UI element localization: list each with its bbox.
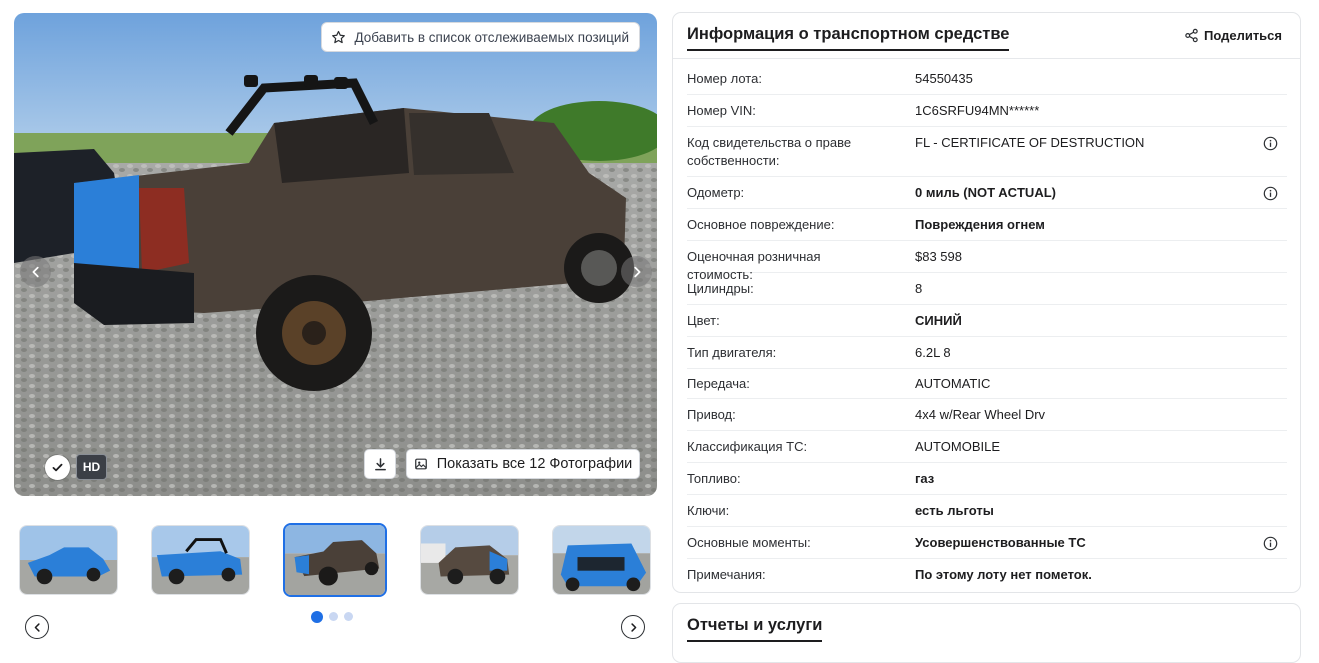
- vehicle-info-header: Информация о транспортном средстве Подел…: [673, 13, 1300, 59]
- info-row-value: 1C6SRFU94MN******: [915, 103, 1040, 118]
- info-row: Основное повреждение: Повреждения огнем: [687, 209, 1287, 241]
- info-row-label: Примечания:: [687, 567, 766, 582]
- info-row-value: По этому лоту нет пометок.: [915, 567, 1092, 582]
- chevron-right-icon: [633, 266, 640, 277]
- image-icon: [414, 458, 427, 470]
- info-row-label: Код свидетельства о праве собственности:: [687, 135, 852, 168]
- info-row-value: $83 598: [915, 249, 962, 264]
- info-icon[interactable]: [1263, 136, 1278, 151]
- info-row-value: СИНИЙ: [915, 313, 962, 328]
- info-row-label: Одометр:: [687, 185, 745, 200]
- info-row: Топливо: газ: [687, 463, 1287, 495]
- share-icon: [1185, 28, 1198, 43]
- info-row-value: есть льготы: [915, 503, 994, 518]
- thumbnail-pagination: [311, 610, 353, 623]
- info-row: Передача: AUTOMATIC: [687, 369, 1287, 399]
- info-icon[interactable]: [1263, 186, 1278, 201]
- info-row-label: Ключи:: [687, 503, 730, 518]
- watchlist-label: Добавить в список отслеживаемых позиций: [354, 29, 629, 45]
- info-row-value: 0 миль (NOT ACTUAL): [915, 185, 1056, 200]
- info-row-label: Топливо:: [687, 471, 741, 486]
- thumbnail[interactable]: [552, 525, 651, 595]
- vehicle-info-rows: Номер лота: 54550435 Номер VIN: 1C6SRFU94MN…: [687, 63, 1287, 591]
- vehicle-info-title: Информация о транспортном средстве: [687, 25, 1010, 51]
- main-photo[interactable]: Добавить в список отслеживаемых позиций …: [14, 13, 657, 496]
- info-row-label: Передача:: [687, 376, 750, 391]
- hd-toggle[interactable]: HD: [76, 454, 107, 480]
- info-row: Код свидетельства о праве собственности:…: [687, 127, 1287, 177]
- info-row-value: AUTOMOBILE: [915, 439, 1001, 454]
- info-row: Номер VIN: 1C6SRFU94MN******: [687, 95, 1287, 127]
- info-icon[interactable]: [1263, 536, 1278, 551]
- download-button[interactable]: [364, 449, 396, 479]
- thumbnails-next-button[interactable]: [621, 615, 645, 639]
- info-row: Тип двигателя: 6.2L 8: [687, 337, 1287, 369]
- info-row-value: FL - CERTIFICATE OF DESTRUCTION: [915, 135, 1145, 150]
- info-row: Ключи: есть льготы: [687, 495, 1287, 527]
- info-row-value: Усовершенствованные ТС: [915, 535, 1086, 550]
- info-row: Цилиндры: 8: [687, 273, 1287, 305]
- pagination-dot[interactable]: [311, 610, 323, 623]
- thumbnails-prev-button[interactable]: [25, 615, 49, 639]
- vehicle-info-card: Информация о транспортном средстве Подел…: [672, 12, 1301, 593]
- info-row: Классификация ТС: AUTOMOBILE: [687, 431, 1287, 463]
- info-row: Оценочная розничная стоимость: $83 598: [687, 241, 1287, 282]
- info-row: Основные моменты: Усовершенствованные ТС: [687, 527, 1287, 559]
- show-all-photos-label: Показать все 12 Фотографии: [436, 456, 633, 472]
- info-row-label: Номер лота:: [687, 71, 762, 86]
- info-row-value: газ: [915, 471, 935, 486]
- info-row-label: Основное повреждение:: [687, 217, 835, 232]
- thumbnail[interactable]: [151, 525, 250, 595]
- thumbnail-strip: [19, 523, 659, 597]
- info-row: Цвет: СИНИЙ: [687, 305, 1287, 337]
- chevron-right-icon: [630, 622, 636, 632]
- chevron-left-icon: [32, 266, 39, 277]
- info-row-label: Номер VIN:: [687, 103, 756, 118]
- info-row-value: AUTOMATIC: [915, 376, 991, 391]
- show-all-photos-button[interactable]: Показать все 12 Фотографии: [406, 449, 640, 479]
- select-photo-toggle[interactable]: [45, 455, 70, 480]
- pagination-dot[interactable]: [329, 612, 338, 621]
- star-icon: [331, 30, 346, 45]
- info-row-value: Повреждения огнем: [915, 217, 1045, 232]
- thumbnail[interactable]: [19, 525, 118, 595]
- info-row-label: Привод:: [687, 407, 736, 422]
- prev-photo-button[interactable]: [20, 256, 51, 287]
- info-row-label: Тип двигателя:: [687, 345, 777, 360]
- share-button[interactable]: Поделиться: [1184, 28, 1282, 43]
- info-row-value: 6.2L 8: [915, 345, 951, 360]
- thumbnail-active[interactable]: [283, 523, 387, 597]
- reports-title: Отчеты и услуги: [687, 616, 823, 642]
- info-row-label: Основные моменты:: [687, 535, 811, 550]
- share-label: Поделиться: [1203, 28, 1282, 43]
- info-row-value: 4x4 w/Rear Wheel Drv: [915, 407, 1046, 422]
- add-to-watchlist-button[interactable]: Добавить в список отслеживаемых позиций: [321, 22, 640, 52]
- info-row: Номер лота: 54550435: [687, 63, 1287, 95]
- info-row: Примечания: По этому лоту нет пометок.: [687, 559, 1287, 591]
- reports-card: Отчеты и услуги: [672, 603, 1301, 663]
- download-icon: [374, 457, 386, 470]
- burned-truck-photo: [14, 13, 657, 496]
- info-row: Одометр: 0 миль (NOT ACTUAL): [687, 177, 1287, 209]
- info-row-label: Цилиндры:: [687, 281, 754, 296]
- next-photo-button[interactable]: [621, 256, 652, 287]
- pagination-dot[interactable]: [344, 612, 353, 621]
- thumbnail[interactable]: [420, 525, 519, 595]
- info-row-label: Цвет:: [687, 313, 720, 328]
- info-row-label: Классификация ТС:: [687, 439, 808, 454]
- check-icon: [52, 463, 63, 472]
- chevron-left-icon: [34, 622, 40, 632]
- info-row-value: 54550435: [915, 71, 973, 86]
- info-row-value: 8: [915, 281, 923, 296]
- info-row: Привод: 4x4 w/Rear Wheel Drv: [687, 399, 1287, 431]
